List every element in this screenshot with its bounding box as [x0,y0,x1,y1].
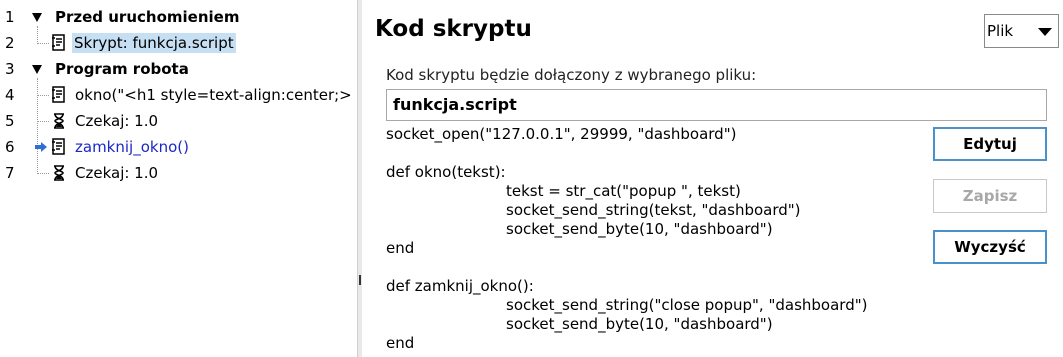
line-number: 3 [5,60,15,78]
code-line: socket_send_byte(10, "dashboard") [506,220,773,238]
program-tree: 1 Przed uruchomieniem 2 Skrypt: funkcja.… [0,0,357,357]
script-code-panel: Kod skryptu Plik Kod skryptu będzie dołą… [362,0,1063,357]
description-text: Kod skryptu będzie dołączony z wybranego… [386,66,757,84]
hourglass-icon [54,113,64,129]
code-line: end [386,239,415,257]
code-line: def okno(tekst): [386,163,506,181]
line-number: 4 [5,86,15,104]
line-number: 5 [5,112,15,130]
tree-row-wait[interactable]: 7 Czekaj: 1.0 [0,160,357,186]
tree-node-label[interactable]: Czekaj: 1.0 [75,163,158,183]
code-line: socket_send_string(tekst, "dashboard") [506,201,801,219]
edit-button[interactable]: Edytuj [933,127,1047,161]
tree-node-label[interactable]: zamknij_okno() [75,137,189,157]
code-line: socket_open("127.0.0.1", 29999, "dashboa… [386,125,737,143]
file-name-field[interactable]: funkcja.script [386,89,1047,121]
tree-node-label[interactable]: Czekaj: 1.0 [75,111,158,131]
line-number: 2 [5,34,15,52]
collapse-toggle-icon[interactable] [30,62,44,76]
tree-row-wait[interactable]: 5 Czekaj: 1.0 [0,108,357,134]
tree-row-okno[interactable]: 4 okno("<h1 style=text-align:center;> [0,82,357,108]
tree-node-label[interactable]: Program robota [55,59,189,79]
code-line: tekst = str_cat("popup ", tekst) [506,182,741,200]
script-icon [52,34,65,51]
page-title: Kod skryptu [375,16,532,42]
tree-node-label[interactable]: okno("<h1 style=text-align:center;> [75,85,352,105]
tree-row-zamknij[interactable]: 6 zamknij_okno() [0,134,357,160]
tree-row-before-start[interactable]: 1 Przed uruchomieniem [0,4,357,30]
script-code-view: socket_open("127.0.0.1", 29999, "dashboa… [386,125,867,353]
tree-row-script-file[interactable]: 2 Skrypt: funkcja.script [0,30,357,56]
clear-button[interactable]: Wyczyść [933,230,1047,264]
line-number: 1 [5,8,15,26]
tree-node-label[interactable]: Skrypt: funkcja.script [72,33,236,53]
code-line: def zamknij_okno(): [386,277,534,295]
script-icon [52,138,65,155]
current-line-arrow-icon [35,142,47,152]
chevron-down-icon [1038,28,1052,36]
collapse-toggle-icon[interactable] [30,10,44,24]
script-icon [52,86,65,103]
code-line: socket_send_byte(10, "dashboard") [506,315,773,333]
source-select[interactable]: Plik [984,14,1059,48]
line-number: 6 [5,138,15,156]
code-line: socket_send_string("close popup", "dashb… [506,296,868,314]
tree-row-robot-program[interactable]: 3 Program robota [0,56,357,82]
line-number: 7 [5,164,15,182]
hourglass-icon [54,165,64,181]
source-select-value: Plik [987,22,1014,40]
save-button[interactable]: Zapisz [933,179,1047,213]
tree-node-label[interactable]: Przed uruchomieniem [55,7,239,27]
code-line: end [386,334,415,352]
